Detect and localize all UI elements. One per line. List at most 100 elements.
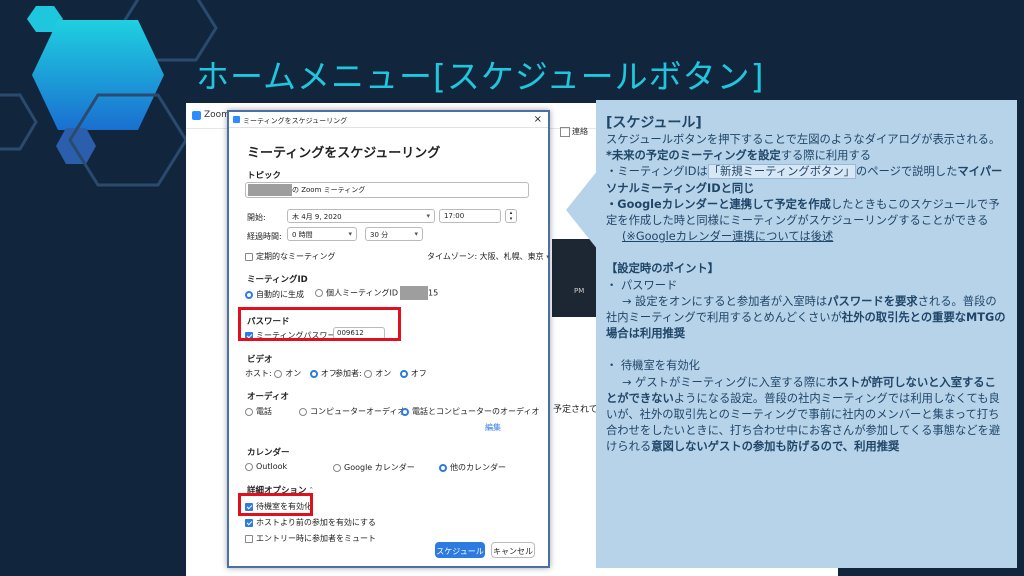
join-before-host-checkbox[interactable]: ホストより前の参加を有効にする [245,517,376,528]
audio-computer-radio[interactable]: コンピューターオーディオ [299,406,405,417]
timezone-value: タイムゾーン: 大阪、札幌、東京 [427,252,544,261]
chevron-down-icon: ▾ [546,253,550,261]
topic-input[interactable]: の Zoom ミーティング [245,182,529,198]
start-date-value: 木 4月 9, 2020 [292,213,342,221]
video-participants-row: 参加者: オン オフ [335,368,427,379]
explain-intro: スケジュールボタンを押下することで左図のようなダイアログが表示される。 [606,133,1001,146]
schedule-button[interactable]: スケジュール [435,542,485,558]
meeting-id-auto-radio[interactable]: 自動的に生成 [245,289,304,300]
callout-pointer-shape [566,170,598,250]
radio-selected-icon[interactable] [399,369,408,378]
topic-label: トピック [247,171,282,181]
zoom-time-suffix: PM [574,287,585,295]
start-time-input[interactable]: 17:00 [439,209,501,223]
start-time-stepper[interactable]: ▴ ▾ [505,209,517,223]
video-host-row: ホスト: オン オフ [245,368,337,379]
explain-waiting-room-title: ・ 待機室を有効化 [606,359,700,373]
contacts-label: 連絡 [572,127,588,136]
explain-point-future: *未来の予定のミーティングを設定する際に利用する [606,148,1007,164]
radio-icon [315,289,323,297]
video-participants-label: 参加者: [335,369,362,378]
radio-selected-icon [245,290,253,299]
duration-minutes-select[interactable]: 30 分 ▾ [365,227,423,241]
radio-icon [245,462,253,471]
cancel-button[interactable]: キャンセル [491,542,535,558]
start-date-select[interactable]: 木 4月 9, 2020 ▾ [287,209,435,223]
video-host-on: オン [285,369,302,378]
timezone-select[interactable]: タイムゾーン: 大阪、札幌、東京 ▾ [427,251,550,262]
explain-waiting-room-a: → ゲストがミーティングに入室する際に [622,375,827,389]
zoom-logo-icon [192,111,201,120]
hexagon-outline-left [0,93,38,151]
redacted-name [248,184,292,196]
chevron-down-icon: ▾ [426,212,430,220]
recurring-label: 定期的なミーティング [256,252,336,261]
zoom-small-icon [233,116,240,123]
explain-google-bold: ・Googleカレンダーと連携して予定を作成 [606,197,831,211]
meeting-id-personal-radio[interactable]: 個人ミーティングID 15 [315,286,438,300]
audio-both-radio[interactable]: 電話とコンピューターのオーディオ [401,406,539,417]
zoom-toolbar-contacts[interactable]: 連絡 [560,126,588,137]
audio-computer-label: コンピューターオーディオ [310,407,406,416]
radio-icon [245,407,253,416]
calendar-outlook-label: Outlook [256,462,288,471]
duration-minutes-value: 30 分 [370,231,389,239]
explain-point-meeting-id: ・ミーティングIDは「新規ミーティングボタン」のページで説明したマイパーソナルミ… [606,164,1007,196]
mute-on-entry-checkbox[interactable]: エントリー時に参加者をミュート [245,533,376,544]
radio-icon[interactable] [274,369,283,378]
explain-meeting-id-a: ・ミーティングIDは [606,165,708,179]
video-participants-off: オフ [410,369,427,378]
recurring-checkbox[interactable]: 定期的なミーティング [245,251,336,262]
audio-both-label: 電話とコンピューターのオーディオ [412,407,540,416]
meeting-id-personal-label: 個人ミーティングID [326,288,399,298]
calendar-outlook-radio[interactable]: Outlook [245,462,287,471]
contacts-icon [560,126,570,137]
close-icon[interactable]: × [534,114,542,125]
redacted-id [400,286,429,300]
topic-value: の Zoom ミーティング [292,186,366,194]
duration-hours-select[interactable]: 0 時間 ▾ [287,227,357,241]
calendar-label: カレンダー [247,448,290,458]
hexagon-small-dark [56,128,96,164]
checkbox-icon [245,534,253,543]
checkbox-checked-icon [245,518,253,527]
radio-icon[interactable] [364,369,373,378]
join-before-host-label: ホストより前の参加を有効にする [256,518,376,527]
explain-meeting-id-b: のページで説明した [855,165,958,179]
explain-password-a: → 設定をオンにすると参加者が入室時は [622,294,828,308]
checkbox-icon [245,252,253,261]
explain-point-google: ・Googleカレンダーと連携して予定を作成したときもこのスケジュールで予定を作… [606,197,1007,229]
video-label: ビデオ [247,355,273,365]
audio-phone-radio[interactable]: 電話 [245,406,272,417]
radio-icon [299,407,307,416]
calendar-other-radio[interactable]: 他のカレンダー [439,462,506,473]
duration-hours-value: 0 時間 [292,231,313,239]
video-participants-on: オン [375,369,392,378]
explain-password-title: ・ パスワード [606,278,678,292]
callout-pointer [566,170,598,250]
slide-title: ホームメニュー[スケジュールボタン] [196,57,765,96]
radio-selected-icon [439,463,447,472]
dialog-window-title: ミーティングをスケジューリング [243,117,348,125]
waiting-room-highlight-box [238,493,313,516]
start-label: 開始: [247,213,266,222]
dialog-heading: ミーティングをスケジューリング [247,146,441,161]
explain-points-heading: 【設定時のポイント】 [606,262,719,276]
chevron-down-icon: ▾ [348,230,352,238]
calendar-google-radio[interactable]: Google カレンダー [333,462,415,473]
duration-label: 経過時間: [247,232,282,241]
explain-heading: [スケジュール] [606,115,702,131]
radio-selected-icon[interactable] [309,369,318,378]
explain-waiting-room-body: → ゲストがミーティングに入室する際にホストが許可しないと入室することができない… [606,375,1007,456]
video-host-label: ホスト: [245,369,272,378]
radio-selected-icon [401,407,409,416]
audio-label: オーディオ [247,392,289,402]
meeting-id-auto-label: 自動的に生成 [256,290,304,299]
explain-password-body: → 設定をオンにすると参加者が入室時はパスワードを要求される。普段の社内ミーティ… [606,294,1007,343]
audio-edit-link[interactable]: 編集 [485,422,501,433]
meeting-id-label: ミーティングID [247,275,308,285]
meeting-id-personal-suffix: 15 [428,288,439,298]
explain-password-bold1: パスワードを要求 [827,294,918,308]
